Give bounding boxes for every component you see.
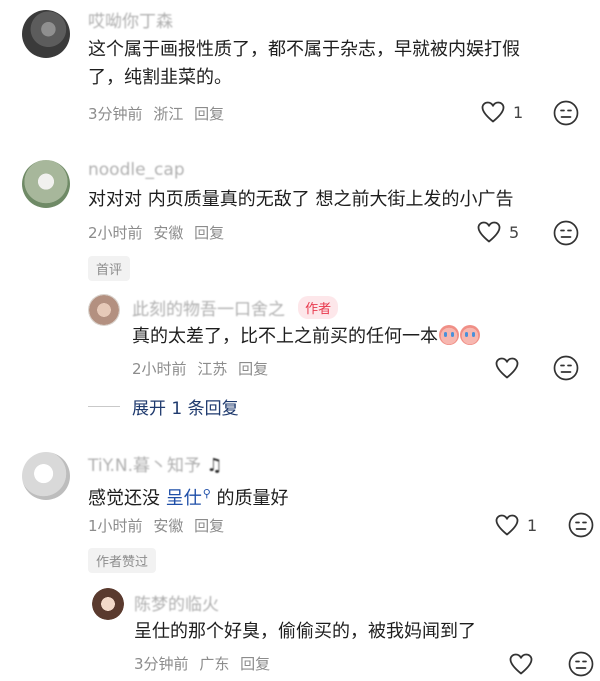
location: 浙江 xyxy=(153,105,184,123)
like-button[interactable]: 1 xyxy=(495,514,537,536)
dislike-face-icon[interactable] xyxy=(553,220,579,246)
location: 江苏 xyxy=(197,360,228,378)
first-comment-tag: 首评 xyxy=(88,256,131,281)
comment-text: 真的太差了，比不上之前买的任何一本 xyxy=(132,323,480,351)
comment-text-line: 了，纯割韭菜的。 xyxy=(88,67,232,88)
reply-button[interactable]: 回复 xyxy=(238,360,268,378)
like-button[interactable] xyxy=(509,653,533,675)
comment-meta: 1小时前 安徽 回复 xyxy=(88,515,224,536)
heart-icon xyxy=(477,221,501,243)
music-note-icon: ♫ xyxy=(206,455,223,476)
username[interactable]: noodle_cap xyxy=(88,160,185,180)
author-liked-tag: 作者赞过 xyxy=(88,548,157,573)
like-count: 5 xyxy=(509,222,520,242)
laughing-crying-emoji xyxy=(439,325,459,345)
comment-meta: 3分钟前 浙江 回复 xyxy=(88,103,224,124)
comment-text: 呈仕的那个好臭，偷偷买的，被我妈闻到了 xyxy=(134,618,476,646)
comment-text: 感觉还没 呈仕⚲ 的质量好 xyxy=(88,480,289,513)
reply-button[interactable]: 回复 xyxy=(194,517,224,535)
avatar[interactable] xyxy=(88,294,120,326)
heart-icon xyxy=(495,357,519,379)
author-badge: 作者 xyxy=(298,296,339,319)
search-link-icon[interactable]: ⚲ xyxy=(203,487,211,500)
avatar[interactable] xyxy=(22,452,70,500)
like-button[interactable]: 1 xyxy=(481,101,523,123)
comment-meta: 3分钟前 广东 回复 xyxy=(134,653,270,674)
timestamp: 3分钟前 xyxy=(134,655,189,673)
comment-meta: 2小时前 安徽 回复 xyxy=(88,222,224,243)
heart-icon xyxy=(495,514,519,536)
dislike-face-icon[interactable] xyxy=(553,100,579,126)
comment-meta: 2小时前 江苏 回复 xyxy=(132,358,268,379)
username[interactable]: TiY.N.暮丶知予 ♫ xyxy=(88,451,223,476)
expand-replies-label: 展开 1 条回复 xyxy=(132,399,239,419)
timestamp: 2小时前 xyxy=(88,224,143,242)
comment-text: 这个属于画报性质了，都不属于杂志，早就被内娱打假 了，纯割韭菜的。 xyxy=(88,36,520,92)
comment-text-suffix: 的质量好 xyxy=(210,488,289,509)
search-link[interactable]: 呈仕 xyxy=(166,488,202,509)
comment-text-line: 对对对 内页质量真的无敌了 想之前大街上发的小广告 xyxy=(88,189,514,210)
heart-icon xyxy=(509,653,533,675)
comment-text: 对对对 内页质量真的无敌了 想之前大街上发的小广告 xyxy=(88,186,513,214)
like-count: 1 xyxy=(527,515,538,535)
dislike-face-icon[interactable] xyxy=(568,651,594,677)
comment-text-line: 这个属于画报性质了，都不属于杂志，早就被内娱打假 xyxy=(88,39,520,60)
comment-text-prefix: 感觉还没 xyxy=(88,488,166,509)
username[interactable]: 哎呦你丁森 xyxy=(88,7,173,32)
username[interactable]: 陈梦的临火 xyxy=(134,590,219,615)
expand-replies-button[interactable]: 展开 1 条回复 xyxy=(88,394,239,419)
reply-button[interactable]: 回复 xyxy=(194,105,224,123)
reply-button[interactable]: 回复 xyxy=(194,224,224,242)
comment-text-line: 真的太差了，比不上之前买的任何一本 xyxy=(132,326,438,347)
timestamp: 3分钟前 xyxy=(88,105,143,123)
timestamp: 1小时前 xyxy=(88,517,143,535)
like-button[interactable] xyxy=(495,357,519,379)
comment-text-line: 呈仕的那个好臭，偷偷买的，被我妈闻到了 xyxy=(134,621,476,642)
like-count: 1 xyxy=(513,102,524,122)
laughing-crying-emoji xyxy=(460,325,480,345)
location: 安徽 xyxy=(153,224,184,242)
dislike-face-icon[interactable] xyxy=(568,512,594,538)
location: 广东 xyxy=(199,655,230,673)
username-text: TiY.N.暮丶知予 xyxy=(88,456,202,476)
avatar[interactable] xyxy=(22,160,70,208)
reply-button[interactable]: 回复 xyxy=(240,655,270,673)
dislike-face-icon[interactable] xyxy=(553,355,579,381)
username[interactable]: 此刻的物吾一口舍之 xyxy=(132,300,285,320)
avatar[interactable] xyxy=(92,588,124,620)
divider xyxy=(88,406,120,407)
timestamp: 2小时前 xyxy=(132,360,187,378)
like-button[interactable]: 5 xyxy=(477,221,519,243)
location: 安徽 xyxy=(153,517,184,535)
avatar[interactable] xyxy=(22,10,70,58)
heart-icon xyxy=(481,101,505,123)
